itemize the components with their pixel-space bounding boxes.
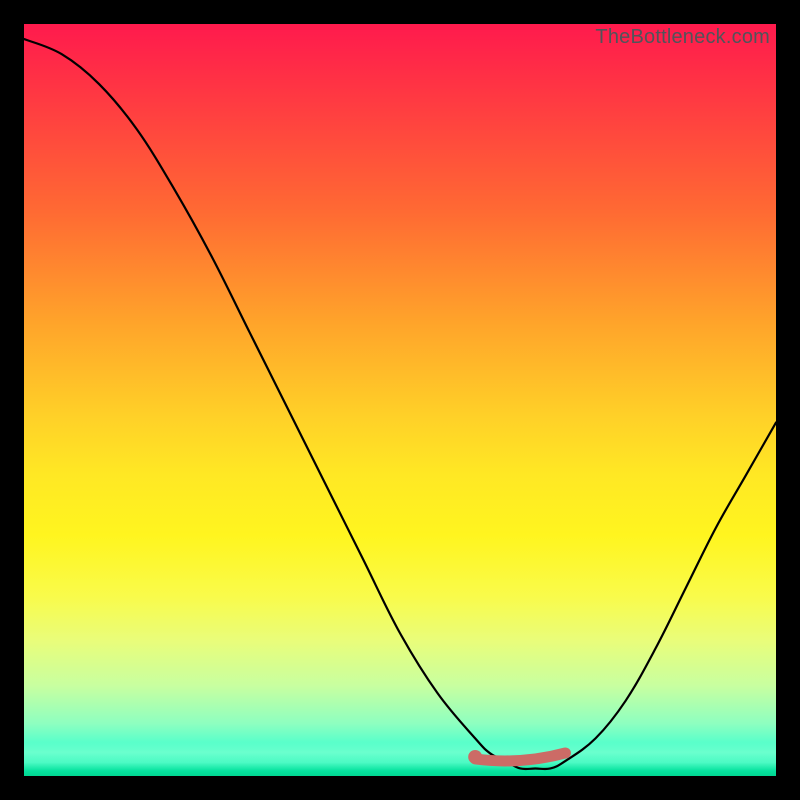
optimal-start-dot [468, 750, 482, 764]
curve-layer [24, 24, 776, 776]
plot-area: TheBottleneck.com [24, 24, 776, 776]
bottleneck-curve [24, 39, 776, 769]
chart-frame: TheBottleneck.com [0, 0, 800, 800]
optimal-range-marker [475, 753, 565, 761]
attribution-label: TheBottleneck.com [595, 26, 770, 49]
